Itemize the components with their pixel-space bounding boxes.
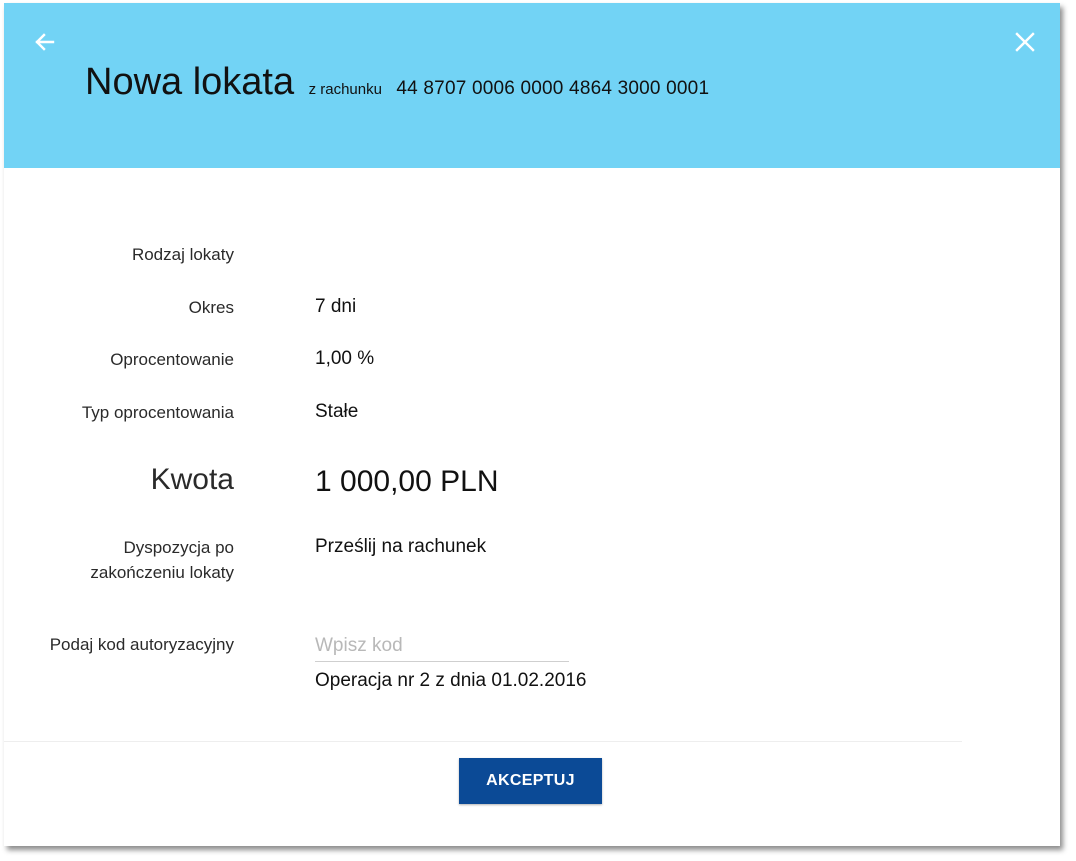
- disposition-value: Prześlij na rachunek: [315, 536, 487, 557]
- amount-label: Kwota: [150, 463, 234, 496]
- footer-divider: [4, 741, 962, 742]
- disposition-label-line1: Dyspozycja po: [123, 538, 234, 557]
- interest-type-value: Stałe: [315, 401, 359, 422]
- amount-currency: PLN: [440, 465, 499, 498]
- amount-value-group: 1 000,00 PLN: [315, 464, 498, 500]
- back-button[interactable]: [32, 29, 58, 55]
- interest-type-label: Typ oprocentowania: [81, 403, 234, 422]
- amount-value: 1 000,00: [315, 465, 432, 498]
- deposit-dialog: Nowa lokata z rachunku 44 8707 0006 0000…: [4, 3, 1060, 846]
- operation-info: Operacja nr 2 z dnia 01.02.2016: [315, 670, 587, 691]
- page-title: Nowa lokata: [85, 61, 295, 103]
- auth-code-label: Podaj kod autoryzacyjny: [49, 635, 234, 654]
- deposit-type-label: Rodzaj lokaty: [131, 245, 234, 264]
- auth-code-input[interactable]: [315, 631, 569, 662]
- period-label: Okres: [188, 298, 234, 317]
- account-number: 44 8707 0006 0000 4864 3000 0001: [396, 78, 710, 99]
- title-row: Nowa lokata z rachunku 44 8707 0006 0000…: [85, 61, 709, 104]
- period-value: 7 dni: [315, 296, 357, 317]
- disposition-label: Dyspozycja po zakończeniu lokaty: [90, 535, 234, 585]
- interest-rate-value: 1,00 %: [315, 348, 375, 369]
- interest-rate-label: Oprocentowanie: [110, 350, 234, 369]
- arrow-left-icon: [35, 33, 55, 51]
- dialog-header: Nowa lokata z rachunku 44 8707 0006 0000…: [4, 3, 1060, 168]
- close-icon: [1015, 32, 1035, 52]
- close-button[interactable]: [1012, 29, 1038, 55]
- from-account-label: z rachunku: [308, 81, 382, 98]
- accept-button[interactable]: AKCEPTUJ: [459, 758, 602, 804]
- disposition-label-line2: zakończeniu lokaty: [90, 563, 234, 582]
